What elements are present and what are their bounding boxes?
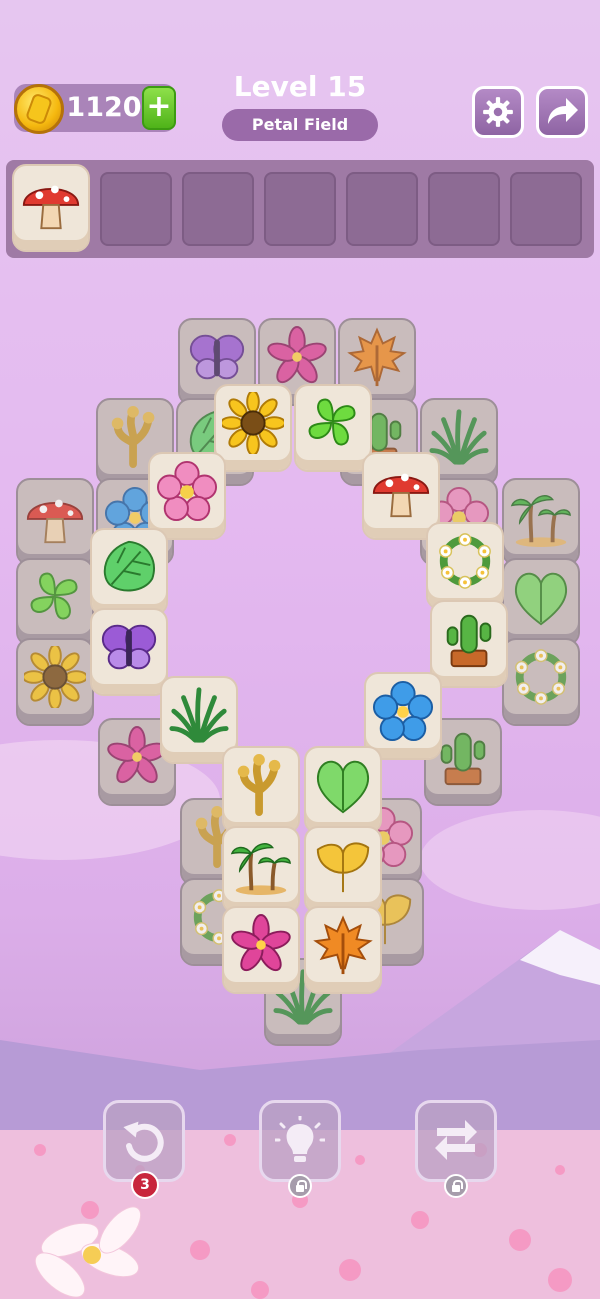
tile-heart-leaf[interactable]	[304, 746, 382, 834]
tile-sunflower[interactable]	[214, 384, 292, 472]
shuffle-lock-icon	[444, 1174, 468, 1198]
clover-icon	[302, 392, 364, 454]
tray-slot	[428, 172, 500, 246]
blue-flower-icon	[372, 680, 434, 742]
lily-icon	[266, 326, 328, 388]
heart-leaf-icon	[312, 754, 374, 816]
tile-mushroom	[16, 478, 94, 566]
share-arrow-icon	[548, 98, 578, 124]
lily-icon	[230, 914, 292, 976]
tray-slot	[510, 172, 582, 246]
flower-wreath-icon	[434, 530, 496, 592]
coin-balance: 1120	[66, 92, 142, 123]
level-title: Level 15	[233, 70, 367, 103]
hint-lock-icon	[288, 1174, 312, 1198]
hint-button[interactable]	[259, 1100, 341, 1182]
undo-icon	[123, 1121, 164, 1162]
undo-count-badge: 3	[131, 1171, 159, 1199]
tile-palm-tree	[502, 478, 580, 566]
tile-heart-leaf	[502, 558, 580, 646]
undo-button[interactable]	[103, 1100, 185, 1182]
level-name-badge: Petal Field	[222, 109, 378, 141]
tile-coral[interactable]	[222, 746, 300, 834]
clover-icon	[24, 566, 86, 628]
tray-tile-mushroom	[12, 164, 90, 252]
mushroom-icon	[20, 172, 82, 234]
tile-butterfly[interactable]	[90, 608, 168, 696]
tray-slot	[100, 172, 172, 246]
palm-tree-icon	[510, 486, 572, 548]
maple-leaf-icon	[346, 326, 408, 388]
shuffle-button[interactable]	[415, 1100, 497, 1182]
hibiscus-icon	[156, 460, 218, 522]
flower-wreath-icon	[510, 646, 572, 708]
swap-arrows-icon	[435, 1120, 477, 1160]
mushroom-icon	[370, 460, 432, 522]
ginkgo-leaf-icon	[312, 834, 374, 896]
gear-icon	[481, 95, 515, 129]
tile-palm-tree[interactable]	[222, 826, 300, 914]
tile-maple-leaf[interactable]	[304, 906, 382, 994]
butterfly-icon	[98, 616, 160, 678]
tile-flower-wreath	[502, 638, 580, 726]
tray-slot	[182, 172, 254, 246]
butterfly-icon	[186, 326, 248, 388]
cactus-icon	[438, 608, 500, 670]
tile-ginkgo-leaf[interactable]	[304, 826, 382, 914]
add-coins-button[interactable]: +	[142, 86, 176, 130]
tile-clover[interactable]	[294, 384, 372, 472]
tray-slot	[346, 172, 418, 246]
mushroom-icon	[24, 486, 86, 548]
tile-clover	[16, 558, 94, 646]
sunflower-icon	[222, 392, 284, 454]
monstera-icon	[98, 536, 160, 598]
lily-icon	[106, 726, 168, 788]
maple-leaf-icon	[312, 914, 374, 976]
tile-hibiscus[interactable]	[148, 452, 226, 540]
tile-monstera[interactable]	[90, 528, 168, 616]
tile-cactus[interactable]	[430, 600, 508, 688]
tile-flower-wreath[interactable]	[426, 522, 504, 610]
lightbulb-icon	[275, 1116, 325, 1162]
coral-icon	[230, 754, 292, 816]
tile-sunflower	[16, 638, 94, 726]
tile-lily[interactable]	[222, 906, 300, 994]
sunflower-icon	[24, 646, 86, 708]
share-button[interactable]	[536, 86, 588, 138]
tile-blue-flower[interactable]	[364, 672, 442, 760]
palm-tree-icon	[230, 834, 292, 896]
settings-button[interactable]	[472, 86, 524, 138]
heart-leaf-icon	[510, 566, 572, 628]
coin-icon	[14, 84, 64, 134]
tray-slot	[264, 172, 336, 246]
fern-icon	[168, 684, 230, 746]
